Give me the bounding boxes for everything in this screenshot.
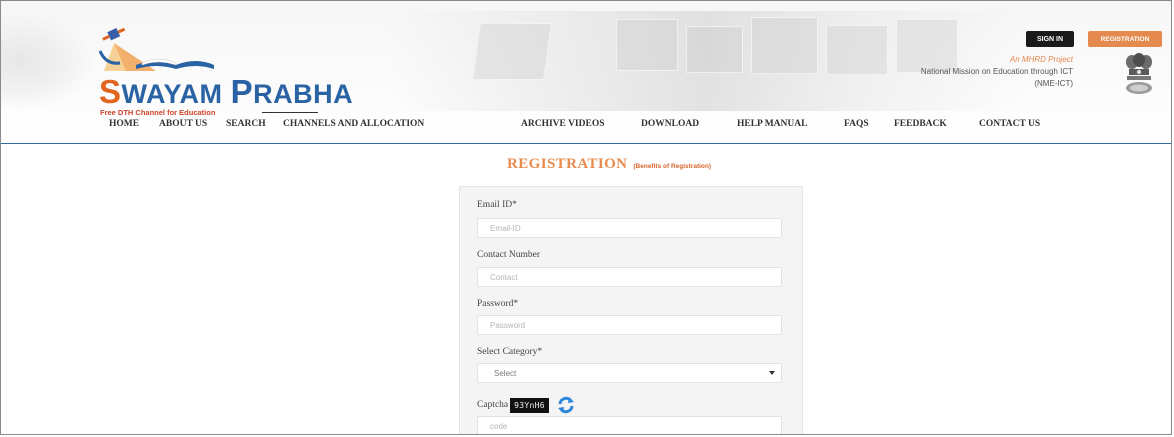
captcha-image: 93YnH6 xyxy=(510,397,549,413)
password-label: Password* xyxy=(477,299,519,309)
mhrd-project-label: An MHRD Project xyxy=(1009,55,1073,64)
nav-help-manual[interactable]: HELP MANUAL xyxy=(737,119,807,129)
nav-search[interactable]: SEARCH xyxy=(226,119,266,129)
nav-download[interactable]: DOWNLOAD xyxy=(641,119,699,129)
satellite-dish-background xyxy=(1,11,96,111)
mission-line-1: National Mission on Education through IC… xyxy=(920,67,1073,76)
category-label: Select Category* xyxy=(477,347,543,357)
contact-label: Contact Number xyxy=(477,250,541,260)
page-title: REGISTRATION xyxy=(507,156,628,172)
logo-title: SWAYAM PRABHA xyxy=(99,73,354,110)
site-header: SWAYAM PRABHA Free DTH Channel for Educa… xyxy=(1,1,1171,144)
captcha-label: Captcha xyxy=(477,400,509,410)
email-field[interactable] xyxy=(477,218,782,238)
tagline-divider xyxy=(262,112,318,113)
nav-feedback[interactable]: FEEDBACK xyxy=(894,119,947,129)
registration-heading: REGISTRATION (Benefits of Registration) xyxy=(507,156,711,173)
password-field[interactable] xyxy=(477,315,782,335)
registration-button[interactable]: REGISTRATION xyxy=(1088,31,1162,47)
email-label: Email ID* xyxy=(477,200,517,210)
swayam-prabha-logo[interactable]: SWAYAM PRABHA Free DTH Channel for Educa… xyxy=(96,21,353,117)
nav-home[interactable]: HOME xyxy=(109,119,139,129)
category-selected-value: Select xyxy=(494,368,517,378)
chevron-down-icon xyxy=(769,371,775,375)
satellite-beam-icon xyxy=(98,27,214,71)
ashoka-emblem-icon xyxy=(1126,53,1152,94)
nav-about-us[interactable]: ABOUT US xyxy=(159,119,207,129)
category-select[interactable]: Select xyxy=(477,363,782,383)
mission-line-2: (NME-ICT) xyxy=(1034,79,1073,88)
nav-faqs[interactable]: FAQS xyxy=(844,119,869,129)
sign-in-button[interactable]: SIGN IN xyxy=(1026,31,1074,47)
nav-channels-and-allocation[interactable]: CHANNELS AND ALLOCATION xyxy=(283,119,424,129)
logo-tagline: Free DTH Channel for Education xyxy=(100,108,216,117)
captcha-row: Captcha 93YnH6 xyxy=(477,396,575,414)
benefits-of-registration-link[interactable]: (Benefits of Registration) xyxy=(633,163,711,170)
mhrd-project-text: An MHRD Project National Mission on Educ… xyxy=(921,54,1073,90)
contact-field[interactable] xyxy=(477,267,782,287)
browser-frame: SWAYAM PRABHA Free DTH Channel for Educa… xyxy=(0,0,1172,435)
registration-form: Email ID* Contact Number Password* Selec… xyxy=(459,186,803,434)
refresh-icon[interactable] xyxy=(557,396,575,414)
nav-contact-us[interactable]: CONTACT US xyxy=(979,119,1040,129)
captcha-code-field[interactable] xyxy=(477,416,782,434)
nav-archive-videos[interactable]: ARCHIVE VIDEOS xyxy=(521,119,605,129)
